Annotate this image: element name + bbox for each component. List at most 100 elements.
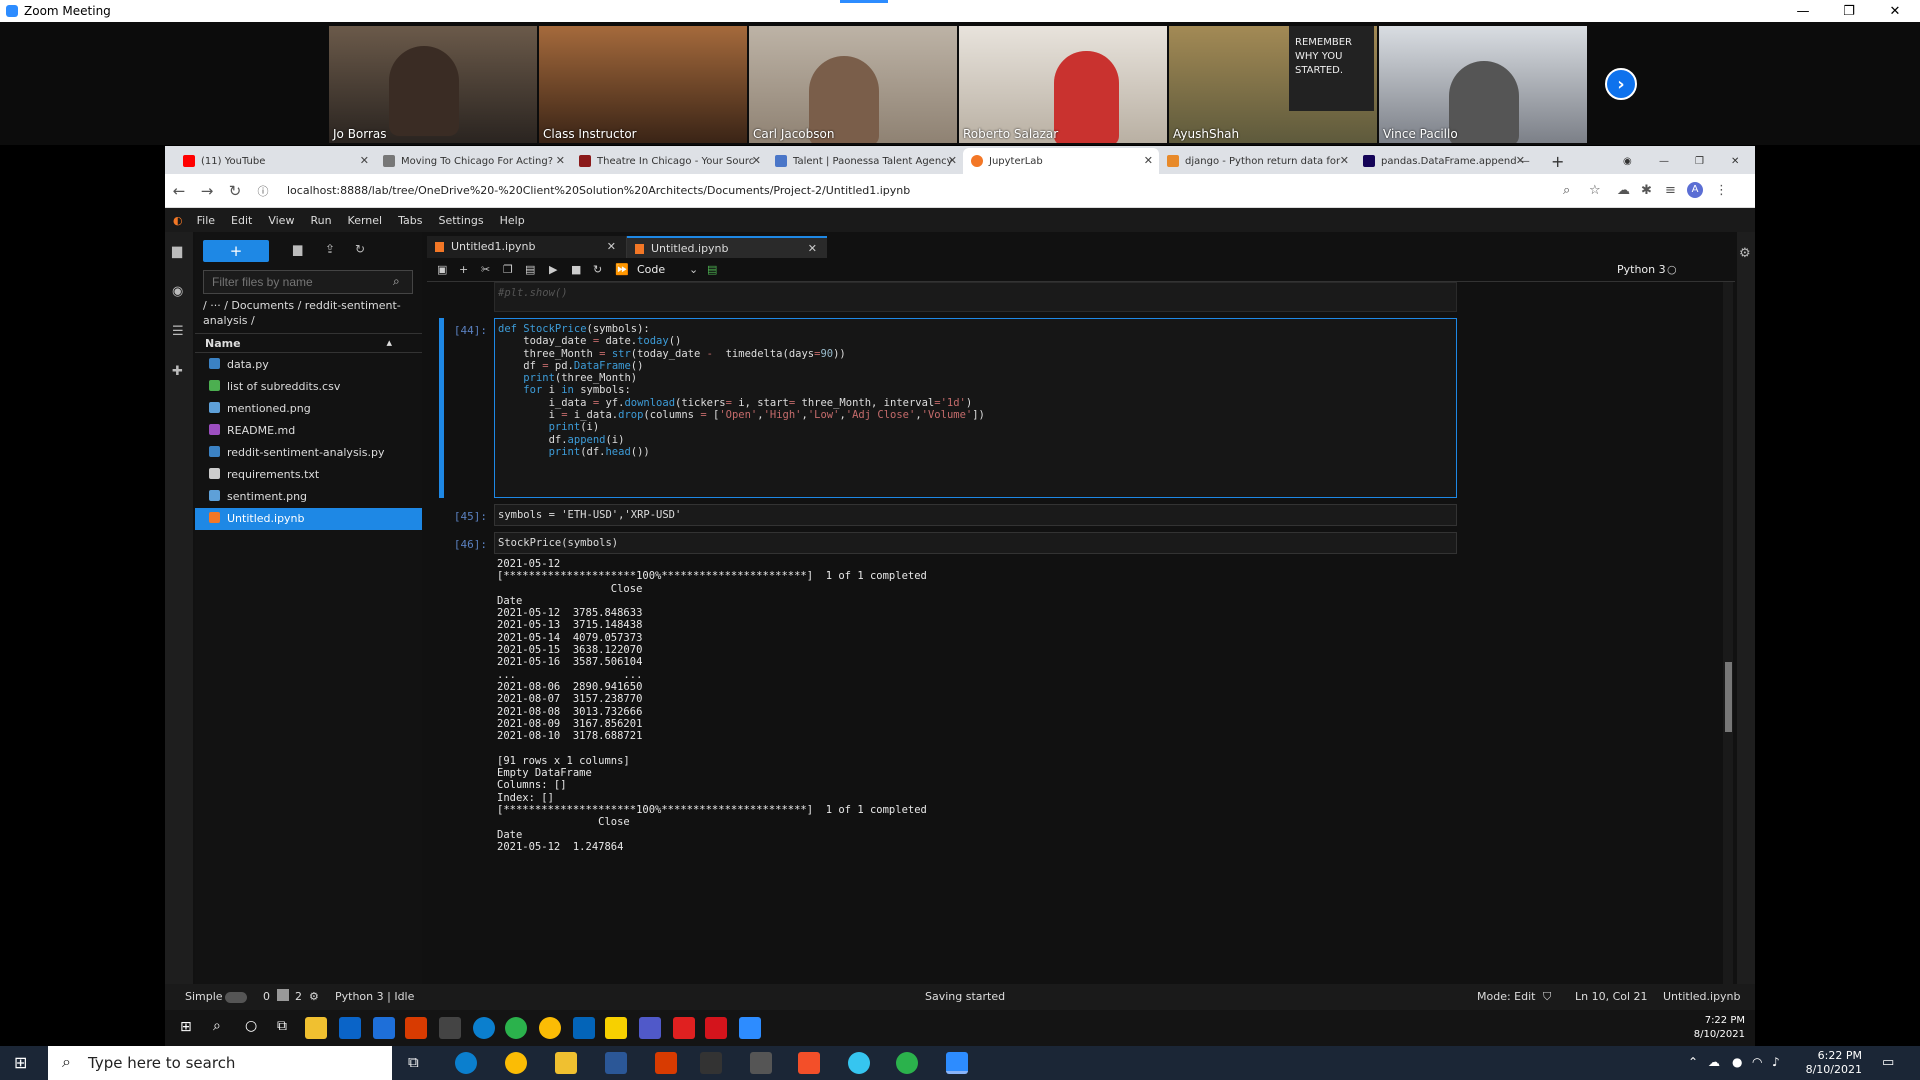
notebook-tab-active[interactable]: Untitled.ipynb ✕ bbox=[627, 236, 827, 258]
window-icon[interactable] bbox=[750, 1052, 772, 1074]
outlook-icon[interactable] bbox=[573, 1017, 595, 1039]
new-launcher-button[interactable]: + bbox=[203, 240, 269, 262]
bookmark-star-icon[interactable]: ☆ bbox=[1589, 183, 1601, 198]
close-tab-icon[interactable]: ✕ bbox=[556, 154, 565, 167]
paste-icon[interactable]: ▤ bbox=[525, 263, 535, 276]
acrobat-icon[interactable] bbox=[705, 1017, 727, 1039]
file-item[interactable]: mentioned.png bbox=[195, 398, 422, 420]
chrome-icon[interactable] bbox=[539, 1017, 561, 1039]
cut-icon[interactable]: ✂ bbox=[481, 263, 490, 276]
folder-icon[interactable]: ▆ bbox=[172, 244, 186, 259]
breadcrumb[interactable]: / ··· / Documents / reddit-sentiment-ana… bbox=[203, 298, 413, 328]
name-column-header[interactable]: Name ▴ bbox=[195, 333, 422, 353]
close-tab-icon[interactable]: ✕ bbox=[360, 154, 369, 167]
close-tab-icon[interactable]: ✕ bbox=[607, 240, 616, 253]
browser-tab[interactable]: Theatre In Chicago - Your Sourc ✕ bbox=[571, 148, 767, 174]
start-icon[interactable]: ⊞ bbox=[14, 1053, 27, 1072]
extension-icon[interactable]: ☁ bbox=[1617, 183, 1630, 198]
close-tab-icon[interactable]: ✕ bbox=[1340, 154, 1349, 167]
file-item[interactable]: list of subreddits.csv bbox=[195, 376, 422, 398]
volume-icon[interactable]: ♪ bbox=[1772, 1055, 1780, 1069]
copy-icon[interactable]: ❐ bbox=[503, 263, 513, 276]
terminal-icon[interactable] bbox=[439, 1017, 461, 1039]
running-icon[interactable]: ◉ bbox=[172, 284, 186, 299]
refresh-icon[interactable]: ↻ bbox=[355, 242, 365, 256]
browser-tab[interactable]: Talent | Paonessa Talent Agency ✕ bbox=[767, 148, 963, 174]
close-tab-icon[interactable]: ✕ bbox=[752, 154, 761, 167]
code-cell[interactable]: StockPrice(symbols) bbox=[494, 532, 1457, 554]
close-window-icon[interactable]: ✕ bbox=[1723, 148, 1753, 174]
participant-tile[interactable]: Roberto Salazar bbox=[959, 26, 1167, 143]
task-view-icon[interactable]: ⧉ bbox=[408, 1053, 419, 1071]
minimize-icon[interactable]: — bbox=[1651, 148, 1681, 174]
file-item-selected[interactable]: Untitled.ipynb bbox=[195, 508, 422, 530]
browser-tab-active[interactable]: JupyterLab ✕ bbox=[963, 148, 1159, 174]
mail-icon[interactable] bbox=[339, 1017, 361, 1039]
close-button[interactable]: ✕ bbox=[1872, 0, 1918, 22]
task-view-icon[interactable]: ⧉ bbox=[277, 1018, 287, 1034]
menu-icon[interactable]: ⋮ bbox=[1715, 183, 1728, 198]
save-icon[interactable]: ▣ bbox=[437, 263, 447, 276]
onedrive-icon[interactable]: ☁ bbox=[1708, 1055, 1720, 1069]
browser-tab[interactable]: django - Python return data for ✕ bbox=[1159, 148, 1355, 174]
reload-icon[interactable]: ↻ bbox=[221, 182, 249, 200]
wifi-icon[interactable]: ◠ bbox=[1752, 1055, 1762, 1069]
taskbar-search[interactable]: ⌕ Type here to search bbox=[48, 1046, 392, 1080]
refresh-app-icon[interactable] bbox=[896, 1052, 918, 1074]
close-tab-icon[interactable]: ✕ bbox=[1516, 154, 1525, 167]
refresh-app-icon[interactable] bbox=[505, 1017, 527, 1039]
new-folder-icon[interactable]: ▆ bbox=[293, 242, 302, 256]
browser-tab[interactable]: Moving To Chicago For Acting? ✕ bbox=[375, 148, 571, 174]
scrollbar[interactable] bbox=[1723, 282, 1733, 984]
reading-list-icon[interactable]: ≡ bbox=[1665, 183, 1676, 198]
file-explorer-icon[interactable] bbox=[555, 1052, 577, 1074]
participant-tile[interactable]: Carl Jacobson bbox=[749, 26, 957, 143]
file-explorer-icon[interactable] bbox=[305, 1017, 327, 1039]
file-item[interactable]: requirements.txt bbox=[195, 464, 422, 486]
next-participants-button[interactable]: › bbox=[1605, 68, 1637, 100]
close-tab-icon[interactable]: ✕ bbox=[948, 154, 957, 167]
terminal-icon[interactable] bbox=[700, 1052, 722, 1074]
notebook-tab[interactable]: Untitled1.ipynb ✕ bbox=[427, 236, 627, 258]
menu-kernel[interactable]: Kernel bbox=[348, 214, 383, 227]
close-tab-icon[interactable]: ✕ bbox=[1144, 154, 1153, 167]
file-item[interactable]: README.md bbox=[195, 420, 422, 442]
zoom-app-icon[interactable] bbox=[739, 1017, 761, 1039]
edge-icon[interactable] bbox=[455, 1052, 477, 1074]
microphone-icon[interactable]: ● bbox=[1732, 1055, 1742, 1069]
participant-tile[interactable]: Jo Borras bbox=[329, 26, 537, 143]
upload-icon[interactable]: ⇪ bbox=[325, 242, 335, 256]
menu-tabs[interactable]: Tabs bbox=[398, 214, 422, 227]
cortana-icon[interactable]: ○ bbox=[245, 1018, 257, 1034]
list-icon[interactable]: ▤ bbox=[707, 263, 717, 276]
menu-help[interactable]: Help bbox=[500, 214, 525, 227]
puzzle-icon[interactable]: ✱ bbox=[1641, 183, 1652, 198]
sticky-notes-icon[interactable] bbox=[605, 1017, 627, 1039]
toc-icon[interactable]: ☰ bbox=[172, 324, 186, 339]
git-icon[interactable] bbox=[798, 1052, 820, 1074]
profile-avatar[interactable]: A bbox=[1687, 182, 1703, 198]
file-item[interactable]: sentiment.png bbox=[195, 486, 422, 508]
code-cell-active[interactable]: def StockPrice(symbols): today_date = da… bbox=[494, 318, 1457, 498]
restore-button[interactable]: ❐ bbox=[1826, 0, 1872, 22]
edge-icon[interactable] bbox=[473, 1017, 495, 1039]
kernel-status[interactable]: Python 3 | Idle bbox=[335, 990, 414, 1003]
restart-icon[interactable]: ↻ bbox=[593, 263, 602, 276]
zoom-app-icon[interactable] bbox=[946, 1052, 968, 1074]
filter-input[interactable] bbox=[203, 270, 413, 294]
calculator-icon[interactable] bbox=[605, 1052, 627, 1074]
chrome-icon[interactable] bbox=[505, 1052, 527, 1074]
tray-chevron-icon[interactable]: ⌃ bbox=[1688, 1055, 1698, 1069]
new-tab-button[interactable]: + bbox=[1543, 148, 1569, 174]
info-icon[interactable]: ⓘ bbox=[249, 183, 277, 199]
start-icon[interactable]: ⊞ bbox=[180, 1019, 192, 1035]
office-icon[interactable] bbox=[655, 1052, 677, 1074]
code-cell[interactable]: symbols = 'ETH-USD','XRP-USD' bbox=[494, 504, 1457, 526]
scrollbar-thumb[interactable] bbox=[1725, 662, 1732, 732]
terminal-count[interactable]: 0 bbox=[263, 990, 270, 1003]
slack-icon[interactable] bbox=[848, 1052, 870, 1074]
code-cell[interactable]: #plt.show() bbox=[494, 282, 1457, 312]
forward-icon[interactable]: → bbox=[193, 182, 221, 200]
notification-icon[interactable]: ▭ bbox=[1882, 1055, 1894, 1070]
simple-mode-toggle[interactable] bbox=[225, 992, 247, 1003]
